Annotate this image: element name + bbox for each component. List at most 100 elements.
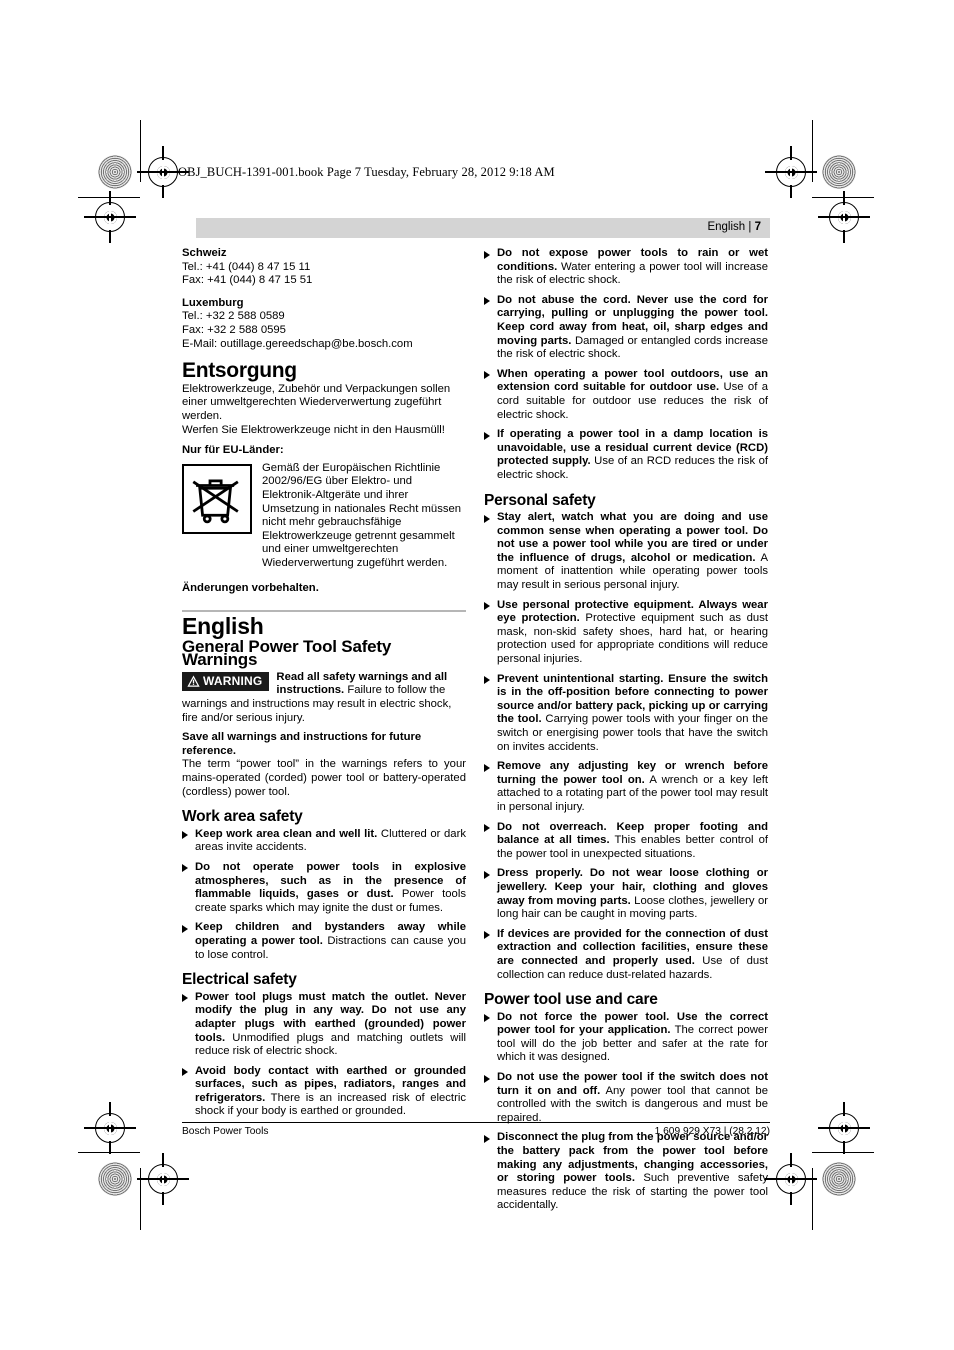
bullet-triangle-icon [484,1074,490,1083]
crop-line-bottom-left-vertical [140,1168,142,1230]
list-electrical-safety-continued: Do not expose power tools to rain or wet… [484,247,768,483]
bullet-triangle-icon [182,864,188,873]
weee-figure: Gemäß der Europäischen Richtlinie 2002/9… [182,462,466,571]
left-column: Schweiz Tel.: +41 (044) 8 47 15 11 Fax: … [182,247,466,1125]
bullet-triangle-icon [484,431,490,440]
registration-mark-left-upper [84,191,136,243]
contact-schweiz-fax: Fax: +41 (044) 8 47 15 51 [182,274,313,287]
item-body: Unmodified plugs and matching outlets wi… [195,1031,466,1058]
bullet-triangle-icon [484,824,490,833]
halftone-screen-patch-top-left [98,155,132,189]
warning-badge-label: WARNING [203,674,263,689]
crop-line-top-left-vertical [140,120,142,182]
bullet-triangle-icon [484,297,490,306]
list-item: Do not use the power tool if the switch … [484,1071,768,1125]
heading-personal-safety: Personal safety [484,491,596,509]
registration-mark-top-left [137,146,189,198]
crop-line-top-right-vertical [812,120,814,182]
crop-line-left-horizontal-top [78,197,140,199]
footer-document-number: 1 609 929 X73 | (28.2.12) [654,1126,770,1137]
list-item: Remove any adjusting key or wrench befor… [484,760,768,814]
list-electrical-safety: Power tool plugs must match the outlet. … [182,991,466,1119]
contact-schweiz-tel: Tel.: +41 (044) 8 47 15 11 [182,260,311,273]
bullet-triangle-icon [484,931,490,940]
header-page-number: 7 [754,221,761,233]
heading-power-tool-use-and-care: Power tool use and care [484,991,658,1009]
warning-callout: WARNING Read all safety warnings and all… [182,671,466,725]
list-item: Do not overreach. Keep proper footing an… [484,821,768,862]
running-header: English | 7 [196,218,770,238]
bullet-triangle-icon [182,924,188,933]
header-language-and-page: English | 7 [707,221,761,233]
registration-mark-right-upper [818,191,870,243]
bullet-triangle-icon [484,676,490,685]
save-warnings-lead: Save all warnings and instructions for f… [182,731,422,757]
registration-mark-left-lower [84,1102,136,1154]
warning-triangle-icon [187,675,200,688]
page-footer: Bosch Power Tools 1 609 929 X73 | (28.2.… [182,1122,770,1137]
heading-nur-fuer-eu-laender: Nur für EU-Länder: [182,444,284,457]
bullet-triangle-icon [484,870,490,879]
registration-mark-bottom-right [765,1153,817,1205]
bullet-triangle-icon [484,602,490,611]
contact-luxemburg-tel: Tel.: +32 2 588 0589 [182,310,285,323]
list-item: Do not expose power tools to rain or wet… [484,247,768,288]
bullet-triangle-icon [182,831,188,840]
heading-work-area-safety: Work area safety [182,808,303,826]
crop-line-right-horizontal-bottom [812,1152,874,1154]
contact-name-luxemburg: Luxemburg [182,296,244,309]
registration-mark-bottom-left [137,1153,189,1205]
contact-luxemburg-email: E-Mail: outillage.gereedschap@be.bosch.c… [182,337,413,350]
list-power-tool-use-and-care: Do not force the power tool. Use the cor… [484,1011,768,1213]
bullet-triangle-icon [182,994,188,1003]
power-tool-term-paragraph: The term “power tool” in the warnings re… [182,758,466,798]
list-item: Keep children and bystanders away while … [182,921,466,962]
halftone-screen-patch-top-right [822,155,856,189]
header-separator: | [748,221,752,233]
list-item: Use personal protective equipment. Alway… [484,599,768,667]
list-item: Do not operate power tools in explosive … [182,861,466,915]
crop-line-right-horizontal-top [812,197,874,199]
heading-entsorgung: Entsorgung [182,359,297,383]
registration-mark-top-right [765,146,817,198]
list-item: Stay alert, watch what you are doing and… [484,511,768,593]
list-item: Avoid body contact with earthed or groun… [182,1065,466,1119]
bullet-triangle-icon [484,371,490,380]
heading-electrical-safety: Electrical safety [182,971,297,989]
registration-mark-right-lower [818,1102,870,1154]
list-item: Do not abuse the cord. Never use the cor… [484,294,768,362]
warning-badge: WARNING [182,671,270,691]
heading-english: English [182,613,264,640]
weee-directive-text: Gemäß der Europäischen Richtlinie 2002/9… [262,461,462,569]
halftone-screen-patch-bottom-left [98,1162,132,1196]
list-item: If devices are provided for the connecti… [484,928,768,982]
contact-name-schweiz: Schweiz [182,247,227,259]
list-item: Keep work area clean and well lit. Clutt… [182,828,466,855]
item-lead: Stay alert, watch what you are doing and… [497,511,768,564]
list-item: If operating a power tool in a damp loca… [484,428,768,482]
right-column: Do not expose power tools to rain or wet… [484,247,768,1219]
list-item: Power tool plugs must match the outlet. … [182,991,466,1059]
crop-line-left-horizontal-bottom [78,1152,140,1154]
list-item: Dress properly. Do not wear loose clothi… [484,867,768,921]
list-item: Do not force the power tool. Use the cor… [484,1011,768,1065]
item-lead: Keep work area clean and well lit. [195,827,378,840]
bullet-triangle-icon [182,1068,188,1077]
list-item: Prevent unintentional starting. Ensure t… [484,673,768,755]
aenderungen-vorbehalten: Änderungen vorbehalten. [182,582,319,595]
footer-brand: Bosch Power Tools [182,1126,269,1137]
halftone-screen-patch-bottom-right [822,1162,856,1196]
list-personal-safety: Stay alert, watch what you are doing and… [484,511,768,982]
list-work-area-safety: Keep work area clean and well lit. Clutt… [182,828,466,962]
bullet-triangle-icon [484,514,490,523]
bullet-triangle-icon [484,763,490,772]
entsorgung-paragraph-1: Elektrowerkzeuge, Zubehör und Verpackung… [182,382,451,422]
crossed-out-wheeled-bin-icon [182,463,252,534]
book-file-label: OBJ_BUCH-1391-001.book Page 7 Tuesday, F… [178,165,555,179]
list-item: When operating a power tool outdoors, us… [484,368,768,422]
crop-line-bottom-right-vertical [812,1168,814,1230]
heading-general-power-tool-safety-warnings: General Power Tool Safety Warnings [182,636,392,670]
entsorgung-paragraph-2: Werfen Sie Elektrowerkzeuge nicht in den… [182,423,445,436]
header-language: English [707,221,746,233]
list-item: Disconnect the plug from the power sourc… [484,1131,768,1213]
